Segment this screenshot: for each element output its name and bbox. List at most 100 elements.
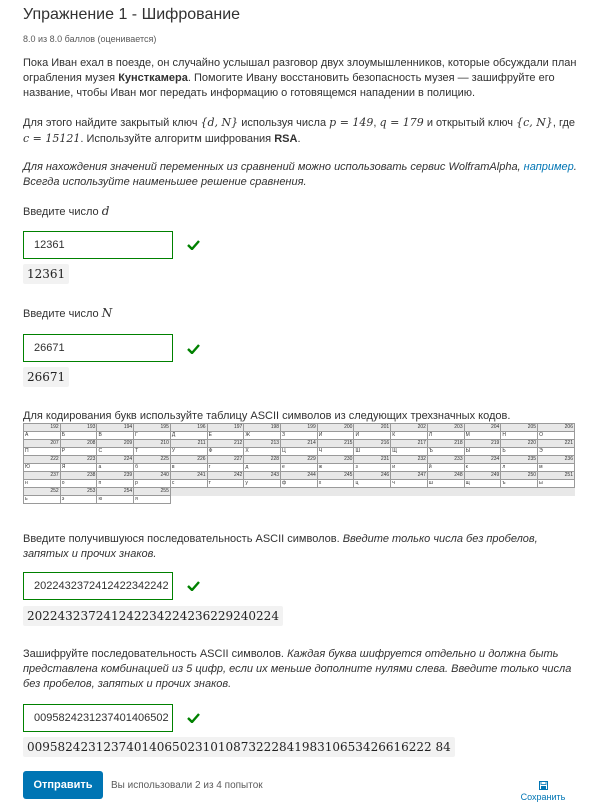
- ascii-letter-cell: е: [280, 463, 318, 472]
- ascii-code-cell: 244: [280, 471, 318, 480]
- ascii-code-cell: 243: [243, 471, 282, 480]
- ascii-code-cell: 221: [537, 439, 575, 448]
- empty-cell: [280, 495, 318, 504]
- ascii-letter-cell: й: [426, 463, 465, 472]
- ascii-letter-cell: Л: [426, 431, 465, 440]
- empty-cell: [170, 495, 208, 504]
- table-caption: Для кодирования букв используйте таблицу…: [23, 410, 511, 422]
- ascii-code-cell: 199: [280, 423, 318, 432]
- answer-ascii-input[interactable]: 2022432372412422342242: [23, 572, 173, 600]
- table-row: 237 238 239 240 241 242 243 244 245 246 247 248 249 2…: [23, 471, 575, 480]
- ascii-code-cell: 228: [243, 455, 282, 464]
- ascii-code-cell: 249: [463, 471, 502, 480]
- ascii-code-cell: 252: [23, 487, 61, 496]
- ascii-letter-cell: Н: [500, 431, 539, 440]
- ascii-letter-cell: Г: [133, 431, 171, 440]
- ascii-code-cell: 200: [316, 423, 355, 432]
- empty-cell: [280, 487, 318, 496]
- checkmark-icon: [187, 344, 200, 354]
- answer-encrypt-input[interactable]: 0095824231237401406502: [23, 704, 173, 732]
- ascii-code-cell: 237: [23, 471, 61, 480]
- ascii-letter-cell: э: [59, 495, 98, 504]
- ascii-letter-cell: г: [206, 463, 245, 472]
- answer-d-preview: 12361: [23, 264, 70, 284]
- ascii-code-cell: 212: [206, 439, 245, 448]
- ascii-code-cell: 241: [169, 471, 208, 480]
- question-d-label: Введите число d: [23, 204, 110, 218]
- ascii-letter-cell: Б: [59, 431, 98, 440]
- table-row: ьэюя: [23, 495, 575, 504]
- ascii-code-cell: 220: [500, 439, 539, 448]
- ascii-letter-cell: О: [537, 431, 575, 440]
- ascii-letter-cell: ф: [280, 479, 318, 488]
- empty-cell: [317, 487, 354, 496]
- ascii-letter-cell: Й: [353, 431, 392, 440]
- ascii-code-cell: 223: [59, 455, 98, 464]
- answer-ascii-preview: 202243237241242234224236229240224: [23, 606, 283, 626]
- ascii-letter-cell: Р: [59, 447, 98, 456]
- ascii-code-cell: 226: [169, 455, 208, 464]
- ascii-letter-cell: Ю: [23, 463, 61, 472]
- ascii-letter-cell: я: [133, 495, 171, 504]
- checkmark-icon: [187, 713, 200, 723]
- ascii-letter-cell: Ы: [463, 447, 502, 456]
- answer-n-input[interactable]: 26671: [23, 334, 173, 362]
- ascii-letter-cell: н: [23, 479, 61, 488]
- answer-d-input[interactable]: 12361: [23, 231, 173, 259]
- ascii-letter-cell: М: [463, 431, 502, 440]
- ascii-letter-cell: р: [133, 479, 171, 488]
- save-button[interactable]: Сохранить: [516, 781, 570, 802]
- empty-cell: [353, 487, 391, 496]
- save-label: Сохранить: [520, 792, 566, 802]
- question-encrypt-label: Зашифруйте последовательность ASCII симв…: [23, 648, 572, 690]
- ascii-letter-cell: и: [390, 463, 428, 472]
- ascii-code-cell: 240: [133, 471, 171, 480]
- table-row: АБВГДЕЖЗИЙКЛМНО: [23, 431, 575, 440]
- table-row: ЮЯабвгдежзийклм: [23, 463, 575, 472]
- ascii-letter-cell: с: [169, 479, 208, 488]
- ascii-letter-cell: к: [463, 463, 502, 472]
- submit-button[interactable]: Отправить: [23, 771, 103, 799]
- ascii-code-cell: 211: [169, 439, 208, 448]
- ascii-letter-cell: п: [96, 479, 135, 488]
- ascii-code-cell: 254: [96, 487, 135, 496]
- checkmark-icon: [187, 240, 200, 250]
- ascii-code-cell: 242: [206, 471, 245, 480]
- ascii-code-cell: 248: [426, 471, 465, 480]
- ascii-code-cell: 195: [133, 423, 171, 432]
- question-ascii-label: Введите получившуюся последовательность …: [23, 533, 538, 560]
- problem-hint: Для нахождения значений переменных из ср…: [23, 161, 577, 188]
- ascii-letter-cell: З: [280, 431, 318, 440]
- wolfram-example-link[interactable]: например: [524, 161, 574, 173]
- exercise-title: Упражнение 1 - Шифрование: [23, 6, 241, 23]
- ascii-code-cell: 239: [96, 471, 135, 480]
- ascii-code-cell: 231: [353, 455, 392, 464]
- problem-intro: Пока Иван ехал в поезде, он случайно усл…: [23, 57, 577, 99]
- ascii-letter-cell: С: [96, 447, 135, 456]
- ascii-letter-cell: Ш: [353, 447, 392, 456]
- ascii-code-cell: 193: [59, 423, 98, 432]
- empty-cell: [500, 487, 538, 496]
- table-row: 222 223 224 225 226 227 228 229 230 231 232 233 234 2…: [23, 455, 575, 464]
- ascii-letter-cell: Ж: [243, 431, 282, 440]
- museum-name: Кунсткамера: [118, 72, 188, 84]
- ascii-letter-cell: ж: [316, 463, 355, 472]
- ascii-code-cell: 198: [243, 423, 282, 432]
- ascii-letter-cell: Х: [243, 447, 282, 456]
- empty-cell: [353, 495, 391, 504]
- ascii-code-cell: 224: [96, 455, 135, 464]
- ascii-code-cell: 215: [316, 439, 355, 448]
- empty-cell: [537, 487, 575, 496]
- ascii-letter-cell: ц: [353, 479, 392, 488]
- answer-n-preview: 26671: [23, 367, 70, 387]
- ascii-letter-cell: Е: [206, 431, 245, 440]
- attempts-label: Вы использовали 2 из 4 попыток: [111, 780, 263, 791]
- ascii-code-cell: 250: [500, 471, 539, 480]
- ascii-code-cell: 192: [23, 423, 61, 432]
- ascii-code-cell: 217: [390, 439, 428, 448]
- question-n-label: Введите число N: [23, 306, 113, 320]
- ascii-code-cell: 216: [353, 439, 392, 448]
- empty-cell: [500, 495, 538, 504]
- ascii-letter-cell: В: [96, 431, 135, 440]
- ascii-letter-cell: Э: [537, 447, 575, 456]
